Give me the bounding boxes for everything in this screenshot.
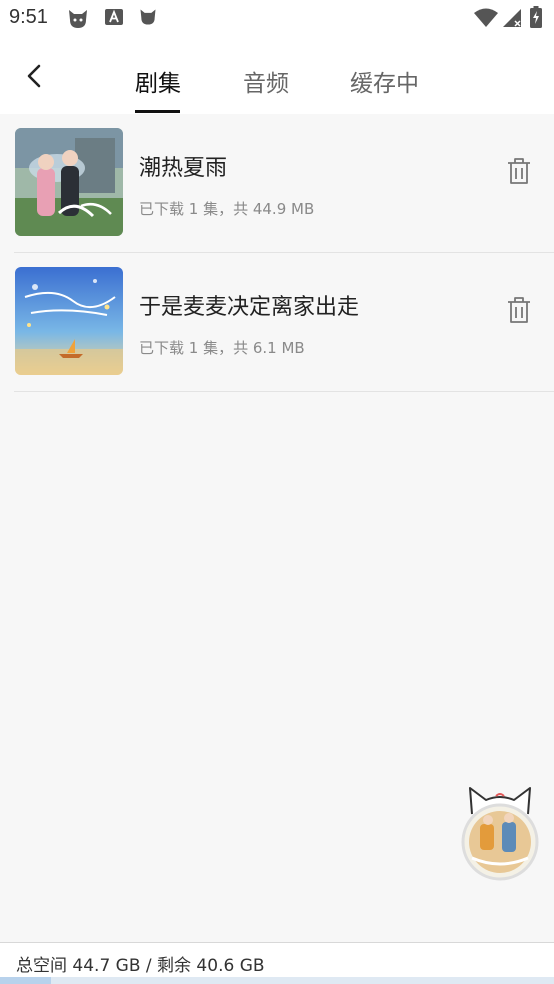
item-subtitle: 已下载 1 集，共 44.9 MB — [139, 200, 315, 218]
item-title: 潮热夏雨 — [139, 156, 228, 181]
trash-icon[interactable] — [504, 295, 534, 325]
storage-progress-fill — [0, 977, 51, 984]
floating-player[interactable] — [458, 784, 542, 884]
item-subtitle: 已下载 1 集，共 6.1 MB — [139, 339, 305, 357]
item-title: 于是麦麦决定离家出走 — [139, 295, 360, 320]
tab-caching[interactable]: 缓存中 — [350, 64, 419, 98]
cat-icon — [69, 10, 87, 28]
text-a-icon — [105, 9, 123, 25]
back-button[interactable] — [16, 58, 52, 94]
storage-footer: 总空间 44.7 GB / 剩余 40.6 GB — [0, 942, 554, 979]
cover-image — [15, 128, 123, 236]
storage-progress-bar — [0, 977, 554, 984]
tab-audio[interactable]: 音频 — [243, 64, 289, 98]
list-item[interactable]: 潮热夏雨 已下载 1 集，共 44.9 MB — [14, 114, 554, 253]
cover-image — [15, 267, 123, 375]
signal-icon — [503, 9, 521, 27]
download-list: 潮热夏雨 已下载 1 集，共 44.9 MB 于是麦麦决定离家出走 已下载 1 … — [0, 114, 554, 392]
wifi-icon — [474, 8, 498, 27]
active-tab-indicator — [135, 110, 180, 113]
tab-episodes[interactable]: 剧集 — [135, 64, 181, 98]
top-nav: 剧集 音频 缓存中 — [0, 36, 554, 114]
cat-icon — [140, 9, 156, 25]
battery-charging-icon — [530, 6, 542, 28]
chevron-left-icon — [27, 64, 41, 88]
status-bar: 9:51 — [0, 0, 554, 36]
status-time: 9:51 — [9, 6, 48, 28]
storage-text: 总空间 44.7 GB / 剩余 40.6 GB — [16, 956, 265, 976]
list-item[interactable]: 于是麦麦决定离家出走 已下载 1 集，共 6.1 MB — [14, 253, 554, 392]
trash-icon[interactable] — [504, 156, 534, 186]
